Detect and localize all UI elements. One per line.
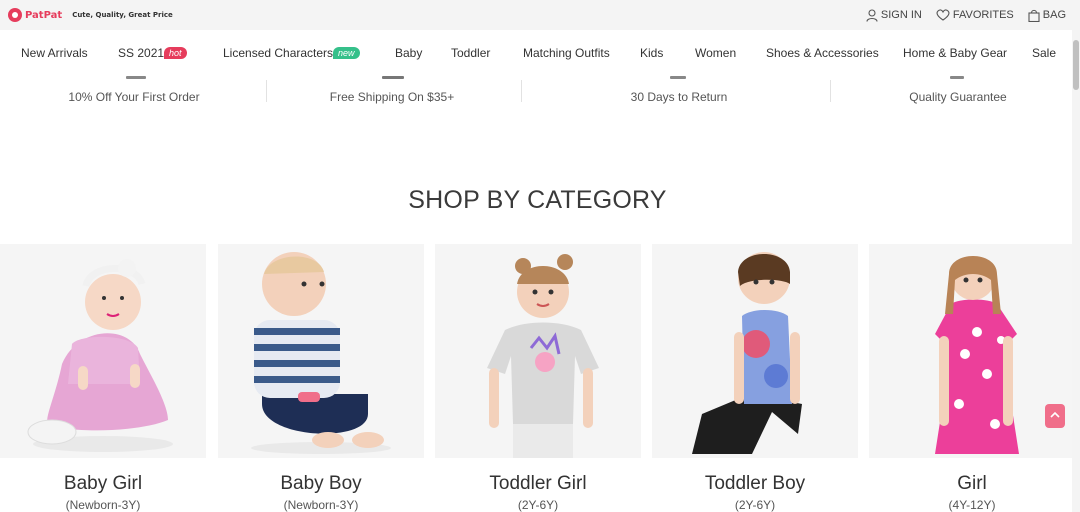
benefit-divider	[521, 80, 522, 102]
category-age-range: (Newborn-3Y)	[65, 498, 141, 512]
arrow-up-icon	[1050, 411, 1060, 418]
top-bar: PatPat Cute, Quality, Great Price SIGN I…	[0, 0, 1080, 30]
category-age-range: (4Y-12Y)	[948, 498, 996, 512]
category-card-toddler-boy[interactable]: Toddler Boy (2Y-6Y)	[652, 244, 858, 512]
new-badge: new	[333, 47, 360, 59]
category-card-toddler-girl[interactable]: Toddler Girl (2Y-6Y)	[435, 244, 641, 512]
category-name[interactable]: Baby Boy	[218, 473, 424, 495]
page-scrollbar[interactable]	[1072, 30, 1080, 512]
bag-icon	[1028, 9, 1040, 22]
nav-sale[interactable]: Sale	[1032, 46, 1056, 60]
nav-new-arrivals[interactable]: New Arrivals	[21, 46, 88, 60]
scroll-top-button[interactable]	[1045, 404, 1065, 428]
sign-in-label: SIGN IN	[880, 9, 922, 21]
nav-toddler[interactable]: Toddler	[451, 46, 490, 60]
benefit-returns: 30 Days to Return	[630, 90, 728, 104]
return-icon	[670, 76, 686, 79]
category-age-range: (2Y-6Y)	[517, 498, 559, 512]
category-card-baby-girl[interactable]: Baby Girl (Newborn-3Y)	[0, 244, 206, 512]
scrollbar-thumb[interactable]	[1073, 40, 1079, 90]
account-actions: SIGN IN FAVORITES BAG	[866, 0, 1066, 30]
category-age-range: (2Y-6Y)	[734, 498, 776, 512]
girl-photo[interactable]	[869, 244, 1075, 458]
category-card-girl[interactable]: Girl (4Y-12Y)	[869, 244, 1075, 512]
benefit-divider	[266, 80, 267, 102]
heart-icon	[936, 9, 950, 21]
favorites-link[interactable]: FAVORITES	[936, 9, 1014, 21]
section-title: SHOP BY CATEGORY	[408, 186, 667, 214]
nav-ss-2021[interactable]: SS 2021	[118, 46, 164, 60]
category-age-range: (Newborn-3Y)	[283, 498, 359, 512]
toddler-girl-photo[interactable]	[435, 244, 641, 458]
logo-text: PatPat	[25, 9, 63, 21]
main-navigation: New Arrivals SS 2021 hot Licensed Charac…	[0, 30, 1080, 76]
nav-matching-outfits[interactable]: Matching Outfits	[523, 46, 610, 60]
category-name[interactable]: Toddler Girl	[435, 473, 641, 495]
user-icon	[866, 8, 878, 22]
page: PatPat Cute, Quality, Great Price SIGN I…	[0, 0, 1080, 512]
nav-women[interactable]: Women	[695, 46, 736, 60]
hot-badge: hot	[164, 47, 187, 59]
nav-kids[interactable]: Kids	[640, 46, 663, 60]
category-name[interactable]: Baby Girl	[0, 473, 206, 495]
category-card-baby-boy[interactable]: Baby Boy (Newborn-3Y)	[218, 244, 424, 512]
baby-boy-photo[interactable]	[218, 244, 424, 458]
benefit-first-order: 10% Off Your First Order	[68, 90, 200, 104]
toddler-boy-photo[interactable]	[652, 244, 858, 458]
sign-in-link[interactable]: SIGN IN	[866, 8, 922, 22]
discount-icon	[126, 76, 146, 79]
benefit-quality: Quality Guarantee	[909, 90, 1007, 104]
bag-link[interactable]: BAG	[1028, 9, 1066, 22]
bag-label: BAG	[1042, 9, 1066, 21]
nav-baby[interactable]: Baby	[395, 46, 422, 60]
patpat-logo[interactable]: PatPat	[8, 8, 62, 22]
baby-girl-photo[interactable]	[0, 244, 206, 458]
benefit-free-shipping: Free Shipping On $35+	[329, 90, 455, 104]
patpat-logo-icon	[8, 8, 22, 22]
category-name[interactable]: Girl	[869, 473, 1075, 495]
tagline: Cute, Quality, Great Price	[72, 11, 173, 19]
nav-home-baby-gear[interactable]: Home & Baby Gear	[903, 46, 1007, 60]
quality-icon	[950, 76, 964, 79]
shipping-icon	[382, 76, 404, 79]
nav-shoes-accessories[interactable]: Shoes & Accessories	[766, 46, 879, 60]
category-name[interactable]: Toddler Boy	[652, 473, 858, 495]
benefit-divider	[830, 80, 831, 102]
favorites-label: FAVORITES	[952, 9, 1014, 21]
nav-licensed-characters[interactable]: Licensed Characters	[223, 46, 333, 60]
